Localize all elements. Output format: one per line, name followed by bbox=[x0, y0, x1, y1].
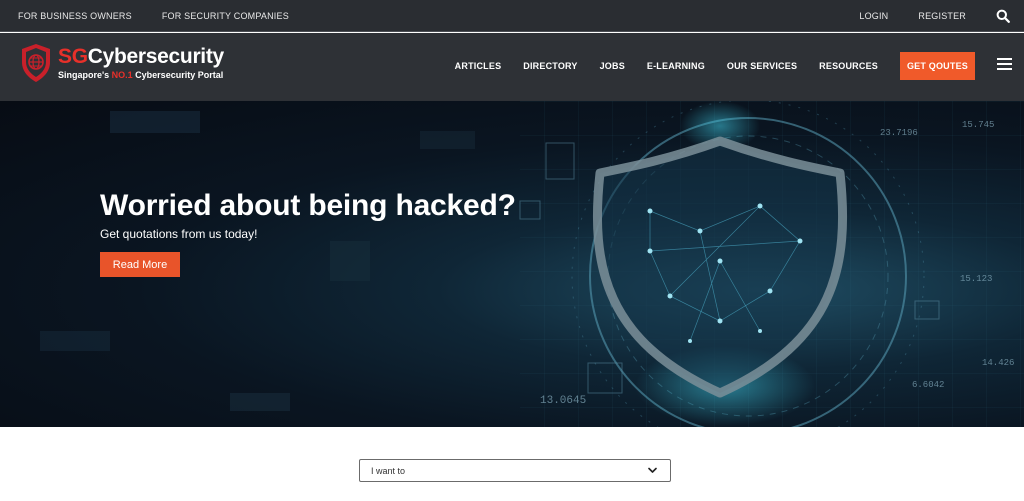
for-security-companies-link[interactable]: FOR SECURITY COMPANIES bbox=[162, 11, 289, 21]
login-link[interactable]: LOGIN bbox=[859, 11, 888, 21]
hero-readout-1: 23.7196 bbox=[880, 128, 918, 138]
audience-links: FOR BUSINESS OWNERS FOR SECURITY COMPANI… bbox=[18, 0, 289, 32]
hero-banner: 23.7196 15.745 13.0645 14.426 6.6042 15.… bbox=[0, 101, 1024, 427]
shield-globe-icon bbox=[22, 44, 50, 82]
tagline-no1: NO.1 bbox=[111, 70, 133, 80]
nav-directory[interactable]: DIRECTORY bbox=[523, 61, 577, 71]
account-links: LOGIN REGISTER bbox=[859, 0, 1010, 32]
site-logo[interactable]: SGCybersecurity Singapore's NO.1 Cyberse… bbox=[20, 43, 224, 83]
brand-cybersecurity: Cybersecurity bbox=[87, 45, 224, 68]
search-icon[interactable] bbox=[996, 9, 1010, 23]
hero-title: Worried about being hacked? bbox=[100, 189, 516, 222]
main-header: SGCybersecurity Singapore's NO.1 Cyberse… bbox=[0, 33, 1024, 101]
top-utility-bar: FOR BUSINESS OWNERS FOR SECURITY COMPANI… bbox=[0, 0, 1024, 32]
nav-jobs[interactable]: JOBS bbox=[600, 61, 625, 71]
register-link[interactable]: REGISTER bbox=[918, 11, 966, 21]
hero-readout-4: 14.426 bbox=[982, 358, 1014, 368]
brand-name: SGCybersecurity bbox=[58, 46, 224, 67]
nav-resources[interactable]: RESOURCES bbox=[819, 61, 878, 71]
read-more-button[interactable]: Read More bbox=[100, 252, 180, 277]
hero-readout-2: 15.745 bbox=[962, 120, 994, 130]
nav-articles[interactable]: ARTICLES bbox=[455, 61, 502, 71]
nav-e-learning[interactable]: E-LEARNING bbox=[647, 61, 705, 71]
get-quotes-button[interactable]: GET QOUTES bbox=[899, 52, 975, 80]
hero-readout-5: 6.6042 bbox=[912, 380, 944, 390]
hero-readout-3: 13.0645 bbox=[540, 395, 586, 407]
main-nav: ARTICLES DIRECTORY JOBS E-LEARNING OUR S… bbox=[433, 52, 975, 80]
hamburger-menu-icon[interactable] bbox=[997, 58, 1012, 70]
brand-tagline: Singapore's NO.1 Cybersecurity Portal bbox=[58, 70, 224, 80]
hero-readout-6: 15.123 bbox=[960, 274, 992, 284]
brand-sg: SG bbox=[58, 45, 88, 68]
hero-subtitle: Get quotations from us today! bbox=[100, 227, 258, 241]
chevron-down-icon bbox=[648, 467, 657, 473]
select-value: I want to bbox=[371, 465, 406, 476]
for-business-owners-link[interactable]: FOR BUSINESS OWNERS bbox=[18, 11, 132, 21]
i-want-to-select[interactable]: I want to bbox=[359, 459, 671, 482]
nav-our-services[interactable]: OUR SERVICES bbox=[727, 61, 797, 71]
